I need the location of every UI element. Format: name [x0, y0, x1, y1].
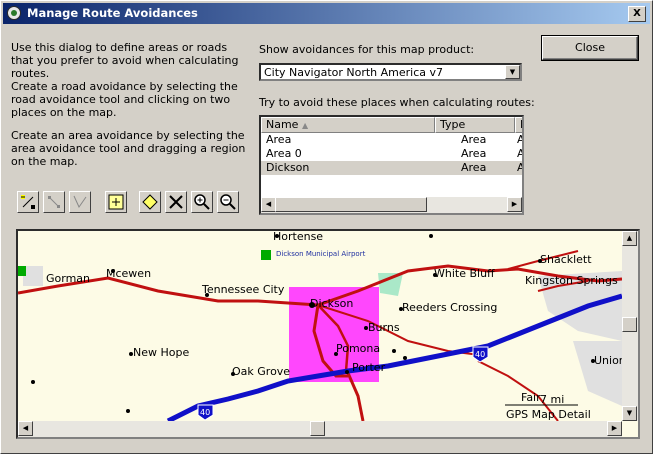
town-label: White Bluff [434, 267, 495, 280]
chevron-down-icon[interactable]: ▼ [505, 65, 520, 79]
scroll-up-icon[interactable]: ▲ [622, 231, 637, 246]
help-text-intro: Use this dialog to define areas or roads… [11, 41, 239, 80]
zoom-out-icon[interactable] [217, 191, 239, 213]
title-bar: Manage Route Avoidances X [3, 3, 650, 24]
road-avoid-select-icon[interactable] [43, 191, 65, 213]
town-label: Hortense [273, 231, 323, 243]
town-label: New Hope [133, 346, 189, 359]
town-label: Gorman [46, 272, 90, 285]
list-row[interactable]: Area 0 Area A [261, 147, 522, 161]
svg-text:40: 40 [475, 350, 485, 359]
help-text-road: Create a road avoidance by selecting the… [11, 80, 238, 119]
area-avoid-icon[interactable] [105, 191, 127, 213]
town-label: Kingston Springs [525, 274, 618, 287]
town-label: Reeders Crossing [402, 301, 497, 314]
list-row[interactable]: Area Area A [261, 133, 522, 147]
scroll-left-icon[interactable]: ◀ [18, 421, 33, 436]
airport-label: Dickson Municipal Airport [276, 250, 366, 258]
window-title: Manage Route Avoidances [27, 6, 198, 20]
svg-text:40: 40 [200, 408, 210, 417]
map-canvas[interactable]: 40 40 Hortense Dickson Municipal Airport… [18, 231, 622, 421]
product-label: Show avoidances for this map product: [259, 43, 475, 56]
town-label: Mcewen [106, 267, 151, 280]
list-horizontal-scrollbar[interactable]: ◀ ▶ [261, 197, 522, 213]
scroll-thumb[interactable] [310, 421, 325, 436]
town-label: Dickson [310, 297, 353, 310]
map-product-value: City Navigator North America v7 [264, 66, 444, 79]
avoidance-list[interactable]: Name ▲ Type P Area Area A Area 0 Area A … [259, 115, 524, 215]
road-avoid-add-icon[interactable] [17, 191, 39, 213]
airport-icon [261, 250, 271, 260]
road-avoid-draw-icon[interactable] [69, 191, 91, 213]
zoom-in-icon[interactable] [191, 191, 213, 213]
map-product-select[interactable]: City Navigator North America v7 ▼ [259, 63, 522, 81]
dialog-window: Manage Route Avoidances X Use this dialo… [0, 0, 653, 454]
town-label: Porter [352, 361, 386, 374]
diamond-icon[interactable] [139, 191, 161, 213]
town-label: Oak Grove [232, 365, 290, 378]
avoid-label: Try to avoid these places when calculati… [259, 96, 535, 109]
town-label: Burns [368, 321, 400, 334]
map-horizontal-scrollbar[interactable]: ◀ ▶ [18, 421, 622, 437]
scroll-right-icon[interactable]: ▶ [607, 421, 622, 436]
column-header-name[interactable]: Name ▲ [261, 117, 435, 133]
town-label: Pomona [336, 342, 380, 355]
scroll-down-icon[interactable]: ▼ [622, 406, 637, 421]
scroll-right-icon[interactable]: ▶ [507, 197, 522, 212]
column-header-p[interactable]: P [515, 117, 522, 133]
town-label: Shacklett [540, 253, 592, 266]
scroll-thumb[interactable] [622, 317, 637, 332]
scroll-left-icon[interactable]: ◀ [261, 197, 276, 212]
column-header-type[interactable]: Type [435, 117, 515, 133]
map-view[interactable]: 40 40 Hortense Dickson Municipal Airport… [16, 229, 640, 439]
delete-icon[interactable] [165, 191, 187, 213]
scroll-thumb[interactable] [275, 197, 427, 212]
app-globe-icon [7, 6, 21, 20]
close-window-button[interactable]: X [628, 6, 646, 22]
help-text-area: Create an area avoidance by selecting th… [11, 129, 246, 168]
town-label: Tennessee City [201, 283, 285, 296]
airport-icon [18, 266, 26, 276]
close-button[interactable]: Close [542, 36, 638, 60]
map-scale-label: 7 mi [540, 393, 564, 406]
town-label: Union [594, 354, 622, 367]
town-label: Fair [521, 391, 541, 404]
map-detail-label: GPS Map Detail [506, 408, 591, 421]
list-row-selected[interactable]: Dickson Area A [261, 161, 522, 175]
map-vertical-scrollbar[interactable]: ▲ ▼ [622, 231, 638, 421]
